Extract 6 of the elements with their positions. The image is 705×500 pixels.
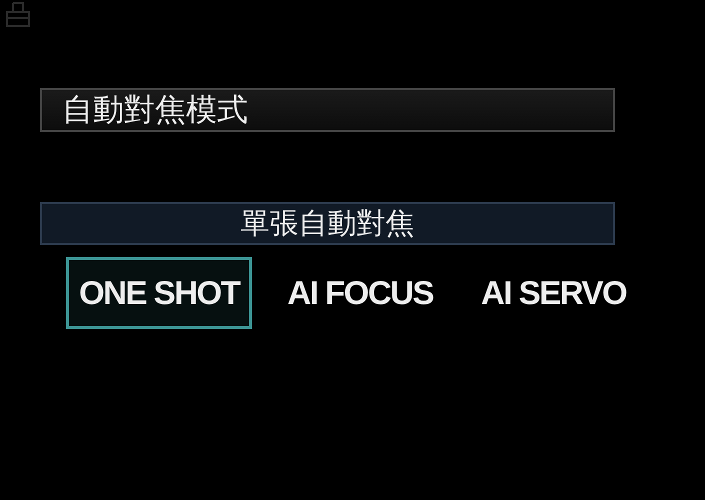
printer-icon: [3, 2, 31, 28]
selection-description: 單張自動對焦: [40, 202, 615, 245]
focus-mode-option[interactable]: AI SERVO: [468, 257, 640, 329]
focus-mode-option[interactable]: ONE SHOT: [66, 257, 252, 329]
menu-title: 自動對焦模式: [40, 88, 615, 132]
focus-mode-option[interactable]: AI FOCUS: [274, 257, 446, 329]
